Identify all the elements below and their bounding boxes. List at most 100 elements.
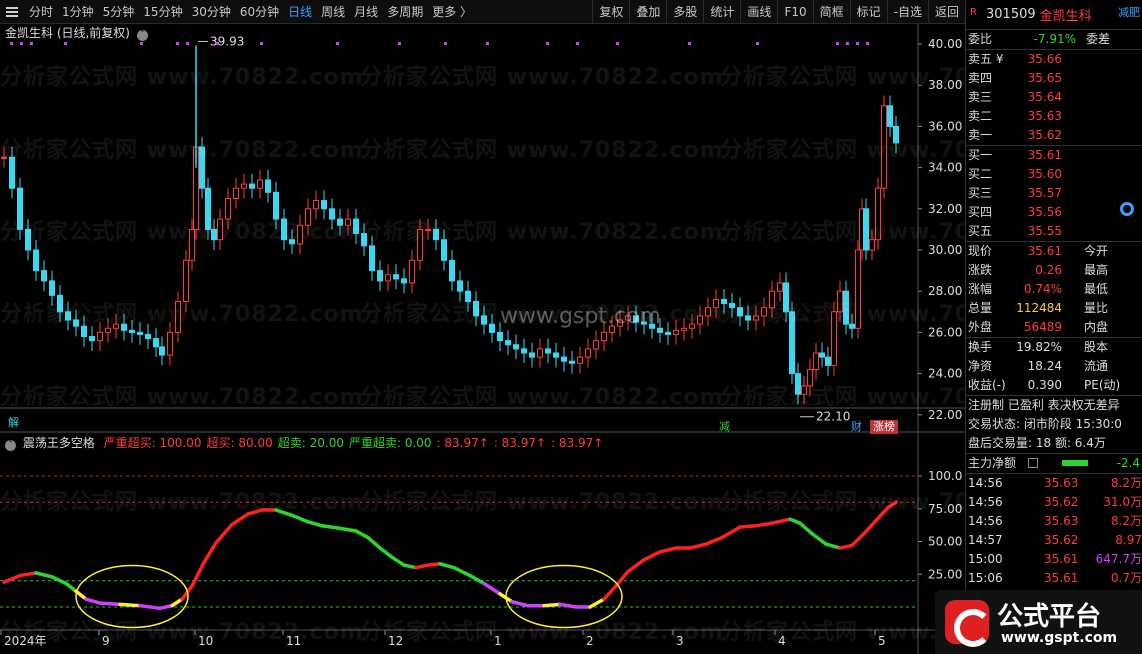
tab-period-9[interactable]: 多周期 [387,0,423,24]
candle-body [689,323,695,329]
stat-row: 换手 19.82% 股本 [966,338,1142,357]
toolbar-button-2[interactable]: 多股 [666,0,703,24]
candle-body [831,311,837,366]
bid-row-value: 35.61 [1027,148,1062,162]
signal-dot [756,42,759,45]
candle-body [89,336,95,342]
oscillator-name: 震荡王多空格 [22,436,95,450]
tab-period-4[interactable]: 30分钟 [192,0,231,24]
badge-jie[interactable]: 解 [5,416,22,430]
tab-period-2[interactable]: 5分钟 [103,0,135,24]
candle-body [795,373,801,395]
osc-segment [798,521,814,536]
osc-segment [274,508,294,518]
tick-time: 15:06 [968,571,1003,585]
tab-period-6[interactable]: 日线 [288,0,312,24]
tab-period-5[interactable]: 60分钟 [240,0,279,24]
menu-icon[interactable] [6,6,18,17]
toolbar-button-6[interactable]: 简框 [812,0,850,24]
tab-period-10[interactable]: 更多 〉 [432,0,472,24]
x-axis-label: 1 [494,634,502,648]
toolbar-button-8[interactable]: -自选 [886,0,928,24]
stat-row-label: 净资 [968,359,993,373]
osc-segment [874,505,890,523]
tab-period-8[interactable]: 月线 [354,0,378,24]
ask-row-label: 卖五 ¥ [968,52,1004,66]
quote-row-label2: 最低 [1084,282,1109,296]
badge-zhangbang[interactable]: 涨榜 [870,420,898,434]
toolbar-button-0[interactable]: 复权 [592,0,629,24]
net-flow-row[interactable]: 主力净额 -2.4 [966,454,1142,473]
candle-body [893,125,899,144]
candle-body [113,323,119,329]
toolbar-button-3[interactable]: 统计 [703,0,740,24]
toolbar-button-1[interactable]: 叠加 [629,0,666,24]
osc-segment [838,543,854,550]
candle-body [769,290,775,309]
tab-period-1[interactable]: 1分钟 [62,0,94,24]
osc-segment [602,584,618,601]
osc-segment [320,524,342,531]
bid-row-label: 买三 [968,186,993,200]
osc-tick-label: 75.00 [928,502,962,516]
candle-body [211,228,217,241]
candle-body [1,156,7,159]
concept-tag[interactable]: 减肥 [1118,4,1140,20]
candle-body [25,228,31,251]
signal-dot [260,42,263,45]
oscillator-param: : 83.97↑ [493,436,547,450]
candle-body [321,200,327,210]
chevron-down-icon[interactable]: ˅ [136,30,148,41]
osc-segment [770,517,792,525]
oscillator-param: 超卖: 20.00 [277,436,344,450]
tick-volume: 0.7万 [1110,571,1142,585]
tick-volume: 8.2万 [1110,476,1142,490]
candle-body [561,356,567,362]
osc-segment [18,571,38,578]
candle-body [537,348,543,358]
bid-row: 买一 35.61 [966,146,1142,165]
candle-body [737,307,743,317]
bid-row-value: 35.55 [1027,224,1062,238]
tick-volume: 8.97 [1115,533,1142,547]
candle-body [721,298,727,305]
osc-segment [626,558,646,574]
bid-row: 买四 35.56 [966,203,1142,222]
candle-body [217,218,223,241]
osc-segment [138,603,162,611]
tab-period-0[interactable]: 分时 [29,0,53,24]
signal-dot [10,42,13,45]
bid-row-value: 35.60 [1027,167,1062,181]
candle-body [449,259,455,282]
osc-segment [642,550,662,562]
toolbar-button-4[interactable]: 画线 [740,0,777,24]
logo-icon [945,600,992,647]
oscillator-title: ˅ 震荡王多空格 严重超买: 100.00 超买: 80.00 超卖: 20.00 严… [5,436,603,451]
tab-period-7[interactable]: 周线 [321,0,345,24]
webi-row: 委比 -7.91% 委差 [966,30,1142,49]
toolbar-button-9[interactable]: 返回 [927,0,965,24]
osc-segment [64,581,78,594]
badge-cai[interactable]: 财 [848,420,865,434]
high-label: 39.93 [210,34,244,48]
osc-segment [50,575,68,586]
scroll-handle[interactable] [1120,202,1134,216]
toolbar-button-7[interactable]: 标记 [849,0,887,24]
candle-body [801,385,807,395]
ask-row-label: 卖三 [968,90,993,104]
list-icon[interactable] [1028,458,1038,468]
toolbar: 分时 1分钟 5分钟 15分钟 30分钟 60分钟 日线 周线 月线 多周期 更多 〉 复权 叠加 多股… [0,0,965,24]
signal-dot [866,42,869,45]
candle-body [33,249,39,272]
price-tick-label: 26.00 [928,325,962,339]
toolbar-button-5[interactable]: F10 [777,0,812,24]
chevron-down-icon[interactable]: ˅ [5,440,16,451]
candle-body [601,331,607,342]
ask-row: 卖三 35.64 [966,88,1142,107]
badge-jian[interactable]: 减 [716,420,733,434]
tab-period-3[interactable]: 15分钟 [143,0,182,24]
osc-segment [354,529,370,540]
osc-segment [468,573,486,586]
osc-segment [886,500,898,510]
candle-body [167,331,173,356]
